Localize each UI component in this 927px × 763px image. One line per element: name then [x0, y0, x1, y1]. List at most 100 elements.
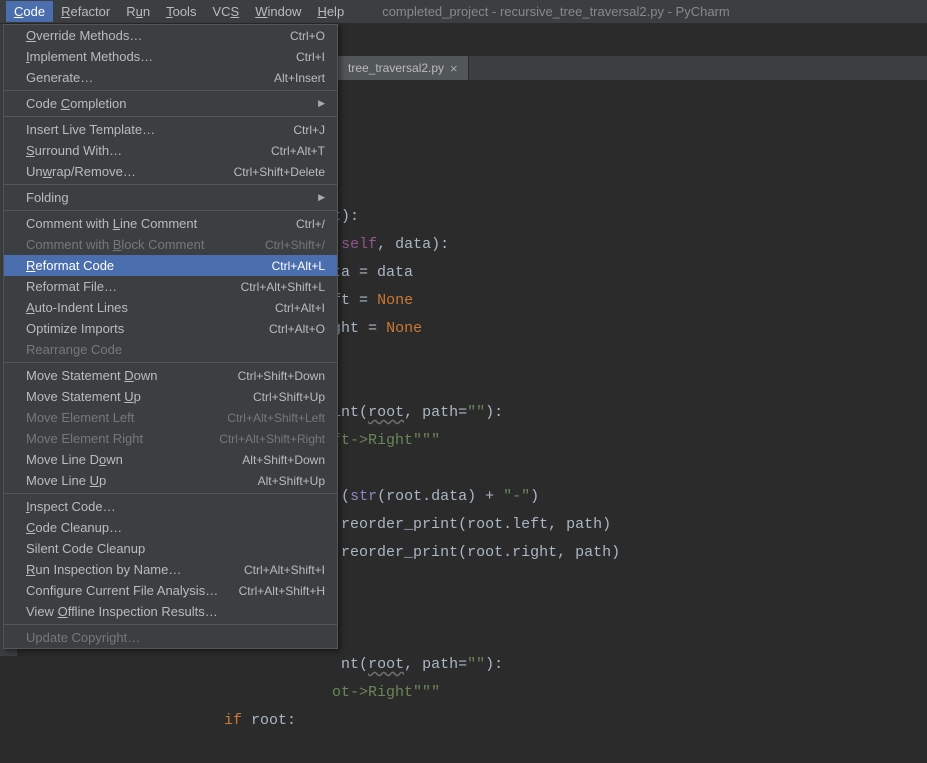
menu-item-generate[interactable]: Generate… Alt+Insert	[4, 67, 337, 88]
menu-shortcut: Ctrl+Alt+Shift+Right	[219, 432, 325, 446]
menu-item-label: Code Cleanup…	[26, 520, 122, 535]
menu-item-label: Reformat Code	[26, 258, 114, 273]
menu-item-view-offline-inspection-results[interactable]: View Offline Inspection Results…	[4, 601, 337, 622]
menu-item-label: Move Statement Up	[26, 389, 141, 404]
menu-separator	[4, 493, 337, 494]
menu-item-label: Inspect Code…	[26, 499, 116, 514]
menu-item-move-statement-up[interactable]: Move Statement Up Ctrl+Shift+Up	[4, 386, 337, 407]
menu-shortcut: Ctrl+O	[290, 29, 325, 43]
menu-item-move-element-right: Move Element Right Ctrl+Alt+Shift+Right	[4, 428, 337, 449]
menu-item-label: Move Line Down	[26, 452, 123, 467]
chevron-right-icon: ▶	[318, 192, 325, 203]
menu-item-update-copyright: Update Copyright…	[4, 627, 337, 648]
menu-separator	[4, 210, 337, 211]
menu-item-insert-live-template[interactable]: Insert Live Template… Ctrl+J	[4, 119, 337, 140]
close-icon[interactable]: ×	[450, 61, 458, 76]
menu-shortcut: Ctrl+J	[293, 123, 325, 137]
code-line: if root:	[98, 707, 927, 735]
menu-item-move-line-down[interactable]: Move Line Down Alt+Shift+Down	[4, 449, 337, 470]
menu-item-label: Implement Methods…	[26, 49, 153, 64]
menu-item-code-completion[interactable]: Code Completion ▶	[4, 93, 337, 114]
menu-item-move-element-left: Move Element Left Ctrl+Alt+Shift+Left	[4, 407, 337, 428]
menu-shortcut: Ctrl+Shift+Up	[253, 390, 325, 404]
menu-item-label: Run Inspection by Name…	[26, 562, 181, 577]
menu-shortcut: Ctrl+Alt+L	[272, 259, 325, 273]
menu-shortcut: Ctrl+Alt+I	[275, 301, 325, 315]
menu-shortcut: Ctrl+Shift+Delete	[234, 165, 325, 179]
menu-item-label: Override Methods…	[26, 28, 142, 43]
menu-shortcut: Ctrl+/	[296, 217, 325, 231]
menu-help[interactable]: Help	[309, 1, 352, 22]
menu-item-implement-methods[interactable]: Implement Methods… Ctrl+I	[4, 46, 337, 67]
menu-code[interactable]: Code	[6, 1, 53, 22]
menu-item-label: View Offline Inspection Results…	[26, 604, 218, 619]
menu-item-label: Generate…	[26, 70, 93, 85]
menu-item-label: Surround With…	[26, 143, 122, 158]
menu-item-label: Update Copyright…	[26, 630, 140, 645]
tab-file[interactable]: tree_traversal2.py ×	[338, 56, 469, 80]
menu-shortcut: Ctrl+Alt+Shift+Left	[227, 411, 325, 425]
menu-item-rearrange-code: Rearrange Code	[4, 339, 337, 360]
menu-window[interactable]: Window	[247, 1, 309, 22]
code-line: ot->Right"""	[98, 679, 927, 707]
menu-item-label: Folding	[26, 190, 69, 205]
menu-item-reformat-code[interactable]: Reformat Code Ctrl+Alt+L	[4, 255, 337, 276]
menu-item-label: Code Completion	[26, 96, 126, 111]
menu-item-optimize-imports[interactable]: Optimize Imports Ctrl+Alt+O	[4, 318, 337, 339]
menu-item-label: Move Statement Down	[26, 368, 158, 383]
menu-item-surround-with[interactable]: Surround With…Ctrl+Alt+T	[4, 140, 337, 161]
menu-item-override-methods[interactable]: Override Methods… Ctrl+O	[4, 25, 337, 46]
menu-shortcut: Alt+Shift+Up	[258, 474, 325, 488]
menu-item-label: Rearrange Code	[26, 342, 122, 357]
menu-item-label: Reformat File…	[26, 279, 117, 294]
menu-separator	[4, 184, 337, 185]
menu-item-label: Comment with Line Comment	[26, 216, 197, 231]
menu-separator	[4, 362, 337, 363]
window-title: completed_project - recursive_tree_trave…	[382, 4, 730, 19]
menu-item-label: Move Line Up	[26, 473, 106, 488]
menu-shortcut: Ctrl+Shift+Down	[238, 369, 325, 383]
code-line: nt(root, path=""):	[98, 651, 927, 679]
menu-shortcut: Ctrl+Alt+Shift+L	[241, 280, 325, 294]
menu-item-label: Move Element Left	[26, 410, 134, 425]
menu-item-folding[interactable]: Folding ▶	[4, 187, 337, 208]
menu-separator	[4, 90, 337, 91]
menu-item-configure-current-file-analysis[interactable]: Configure Current File Analysis… Ctrl+Alt…	[4, 580, 337, 601]
menu-run[interactable]: Run	[118, 1, 158, 22]
menu-refactor[interactable]: Refactor	[53, 1, 118, 22]
tab-label: tree_traversal2.py	[348, 61, 444, 75]
menubar: CodeRefactorRunToolsVCSWindowHelp comple…	[0, 0, 927, 24]
menu-shortcut: Alt+Insert	[274, 71, 325, 85]
menu-shortcut: Ctrl+Alt+Shift+H	[239, 584, 325, 598]
menu-item-move-statement-down[interactable]: Move Statement Down Ctrl+Shift+Down	[4, 365, 337, 386]
menu-shortcut: Alt+Shift+Down	[242, 453, 325, 467]
menu-item-label: Insert Live Template…	[26, 122, 155, 137]
menu-item-run-inspection-by-name[interactable]: Run Inspection by Name… Ctrl+Alt+Shift+I	[4, 559, 337, 580]
menu-item-auto-indent-lines[interactable]: Auto-Indent Lines Ctrl+Alt+I	[4, 297, 337, 318]
menu-item-label: Configure Current File Analysis…	[26, 583, 218, 598]
menu-item-label: Move Element Right	[26, 431, 143, 446]
menu-item-inspect-code[interactable]: Inspect Code…	[4, 496, 337, 517]
menu-item-unwrap-remove[interactable]: Unwrap/Remove… Ctrl+Shift+Delete	[4, 161, 337, 182]
menu-item-silent-code-cleanup[interactable]: Silent Code Cleanup	[4, 538, 337, 559]
menu-shortcut: Ctrl+I	[296, 50, 325, 64]
menu-shortcut: Ctrl+Alt+Shift+I	[244, 563, 325, 577]
menu-shortcut: Ctrl+Alt+O	[269, 322, 325, 336]
menu-item-label: Auto-Indent Lines	[26, 300, 128, 315]
menu-item-move-line-up[interactable]: Move Line Up Alt+Shift+Up	[4, 470, 337, 491]
menu-item-label: Optimize Imports	[26, 321, 124, 336]
menu-item-label: Comment with Block Comment	[26, 237, 204, 252]
menu-item-label: Unwrap/Remove…	[26, 164, 136, 179]
menu-item-reformat-file[interactable]: Reformat File… Ctrl+Alt+Shift+L	[4, 276, 337, 297]
menu-vcs[interactable]: VCS	[204, 1, 247, 22]
chevron-right-icon: ▶	[318, 98, 325, 109]
code-menu-dropdown: Override Methods… Ctrl+O Implement Methods…	[3, 24, 338, 649]
menu-item-label: Silent Code Cleanup	[26, 541, 145, 556]
menu-shortcut: Ctrl+Shift+/	[265, 238, 325, 252]
menu-tools[interactable]: Tools	[158, 1, 204, 22]
menu-separator	[4, 116, 337, 117]
menu-item-code-cleanup[interactable]: Code Cleanup…	[4, 517, 337, 538]
menu-separator	[4, 624, 337, 625]
menu-item-comment-with-block-comment: Comment with Block Comment Ctrl+Shift+/	[4, 234, 337, 255]
menu-item-comment-with-line-comment[interactable]: Comment with Line Comment Ctrl+/	[4, 213, 337, 234]
